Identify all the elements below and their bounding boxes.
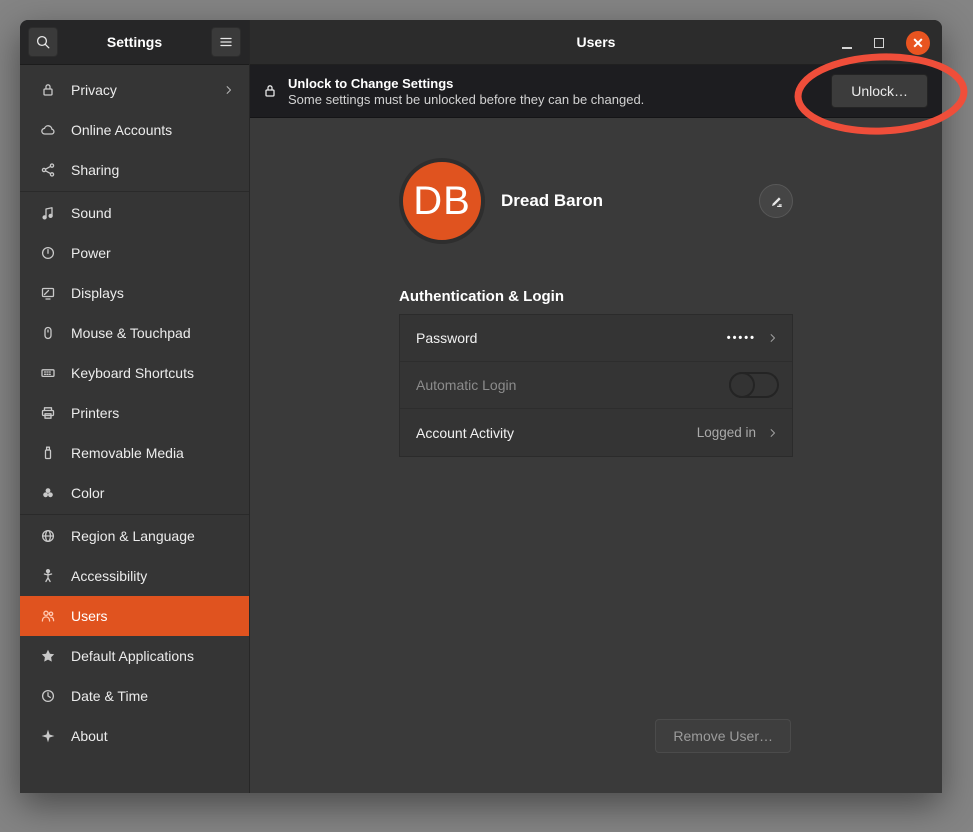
sidebar-item-users[interactable]: Users xyxy=(20,596,249,636)
sidebar-item-sound[interactable]: Sound xyxy=(20,193,249,233)
sidebar-item-label: About xyxy=(71,728,108,744)
chevron-right-icon xyxy=(767,332,779,344)
sidebar-item-label: Mouse & Touchpad xyxy=(71,325,191,341)
sidebar-item-removable-media[interactable]: Removable Media xyxy=(20,433,249,473)
automatic-login-toggle[interactable] xyxy=(729,372,779,398)
sidebar-header: Settings xyxy=(20,20,249,65)
sparkle-icon xyxy=(40,728,56,744)
star-icon xyxy=(40,648,56,664)
user-name: Dread Baron xyxy=(501,191,603,211)
sidebar-item-label: Users xyxy=(71,608,108,624)
unlock-banner: Unlock to Change Settings Some settings … xyxy=(250,65,942,118)
sidebar-item-label: Sound xyxy=(71,205,111,221)
sidebar-item-about[interactable]: About xyxy=(20,716,249,756)
sidebar-item-label: Printers xyxy=(71,405,119,421)
clock-icon xyxy=(40,688,56,704)
unlock-button[interactable]: Unlock… xyxy=(831,74,928,108)
lock-icon xyxy=(262,83,278,99)
toggle-knob xyxy=(729,372,755,398)
sidebar-item-label: Keyboard Shortcuts xyxy=(71,365,194,381)
sidebar-item-sharing[interactable]: Sharing xyxy=(20,150,249,190)
sidebar-item-label: Privacy xyxy=(71,82,117,98)
sidebar-item-label: Displays xyxy=(71,285,124,301)
page-title: Users xyxy=(577,34,616,50)
settings-window: Settings Privacy Online Accounts Sharing… xyxy=(20,20,942,793)
chevron-right-icon xyxy=(223,84,235,96)
automatic-login-row: Automatic Login xyxy=(400,362,792,409)
profile-row: DB Dread Baron xyxy=(399,158,793,244)
sidebar-item-color[interactable]: Color xyxy=(20,473,249,513)
account-activity-value: Logged in xyxy=(697,425,756,440)
accessibility-icon xyxy=(40,568,56,584)
banner-title: Unlock to Change Settings xyxy=(288,76,644,91)
automatic-login-label: Automatic Login xyxy=(416,377,516,393)
password-row[interactable]: Password ••••• xyxy=(400,315,792,362)
sidebar-item-label: Power xyxy=(71,245,111,261)
globe-icon xyxy=(40,528,56,544)
keyboard-icon xyxy=(40,365,56,381)
search-button[interactable] xyxy=(28,27,58,57)
sidebar-item-region-language[interactable]: Region & Language xyxy=(20,516,249,556)
sidebar-item-online-accounts[interactable]: Online Accounts xyxy=(20,110,249,150)
sidebar-item-label: Sharing xyxy=(71,162,119,178)
sidebar-item-displays[interactable]: Displays xyxy=(20,273,249,313)
sidebar-item-label: Removable Media xyxy=(71,445,184,461)
account-activity-label: Account Activity xyxy=(416,425,514,441)
lock-icon xyxy=(40,82,56,98)
display-icon xyxy=(40,285,56,301)
sidebar-item-printers[interactable]: Printers xyxy=(20,393,249,433)
remove-user-button[interactable]: Remove User… xyxy=(655,719,791,753)
sidebar-item-keyboard-shortcuts[interactable]: Keyboard Shortcuts xyxy=(20,353,249,393)
search-icon xyxy=(35,34,51,50)
usb-icon xyxy=(40,445,56,461)
printer-icon xyxy=(40,405,56,421)
headerbar: Users ✕ xyxy=(250,20,942,65)
sidebar-item-label: Default Applications xyxy=(71,648,194,664)
power-icon xyxy=(40,245,56,261)
banner-text: Unlock to Change Settings Some settings … xyxy=(288,76,644,107)
users-icon xyxy=(40,608,56,624)
sidebar: Settings Privacy Online Accounts Sharing… xyxy=(20,20,250,793)
section-title: Authentication & Login xyxy=(399,288,793,305)
mouse-icon xyxy=(40,325,56,341)
palette-icon xyxy=(40,485,56,501)
maximize-button[interactable] xyxy=(874,38,884,48)
sidebar-title: Settings xyxy=(107,34,162,50)
avatar[interactable]: DB xyxy=(399,158,485,244)
pencil-icon xyxy=(768,193,784,209)
window-controls: ✕ xyxy=(842,20,930,65)
share-icon xyxy=(40,162,56,178)
auth-card: Password ••••• Automatic Login Accou xyxy=(399,314,793,457)
sidebar-divider xyxy=(20,191,249,192)
sidebar-item-label: Region & Language xyxy=(71,528,195,544)
sidebar-item-label: Date & Time xyxy=(71,688,148,704)
password-value: ••••• xyxy=(727,332,756,344)
close-button[interactable]: ✕ xyxy=(906,31,930,55)
chevron-right-icon xyxy=(767,427,779,439)
sidebar-item-label: Color xyxy=(71,485,104,501)
sidebar-divider xyxy=(20,514,249,515)
main-pane: Users ✕ Unlock to Change Settings Some s… xyxy=(250,20,942,793)
users-content: DB Dread Baron Authentication & Login Pa… xyxy=(250,118,942,793)
sidebar-item-label: Online Accounts xyxy=(71,122,172,138)
sidebar-item-date-time[interactable]: Date & Time xyxy=(20,676,249,716)
sidebar-item-mouse-touchpad[interactable]: Mouse & Touchpad xyxy=(20,313,249,353)
password-label: Password xyxy=(416,330,477,346)
edit-name-button[interactable] xyxy=(759,184,793,218)
menu-button[interactable] xyxy=(211,27,241,57)
desktop: { "colors": { "accent": "#E0531F", "clos… xyxy=(0,0,973,832)
music-icon xyxy=(40,205,56,221)
sidebar-item-power[interactable]: Power xyxy=(20,233,249,273)
sidebar-item-label: Accessibility xyxy=(71,568,147,584)
sidebar-list: Privacy Online Accounts Sharing Sound Po… xyxy=(20,65,249,793)
sidebar-item-privacy[interactable]: Privacy xyxy=(20,70,249,110)
sidebar-item-default-applications[interactable]: Default Applications xyxy=(20,636,249,676)
banner-subtitle: Some settings must be unlocked before th… xyxy=(288,92,644,107)
sidebar-item-accessibility[interactable]: Accessibility xyxy=(20,556,249,596)
account-activity-row[interactable]: Account Activity Logged in xyxy=(400,409,792,456)
minimize-button[interactable] xyxy=(842,47,852,49)
menu-icon xyxy=(218,34,234,50)
cloud-icon xyxy=(40,122,56,138)
